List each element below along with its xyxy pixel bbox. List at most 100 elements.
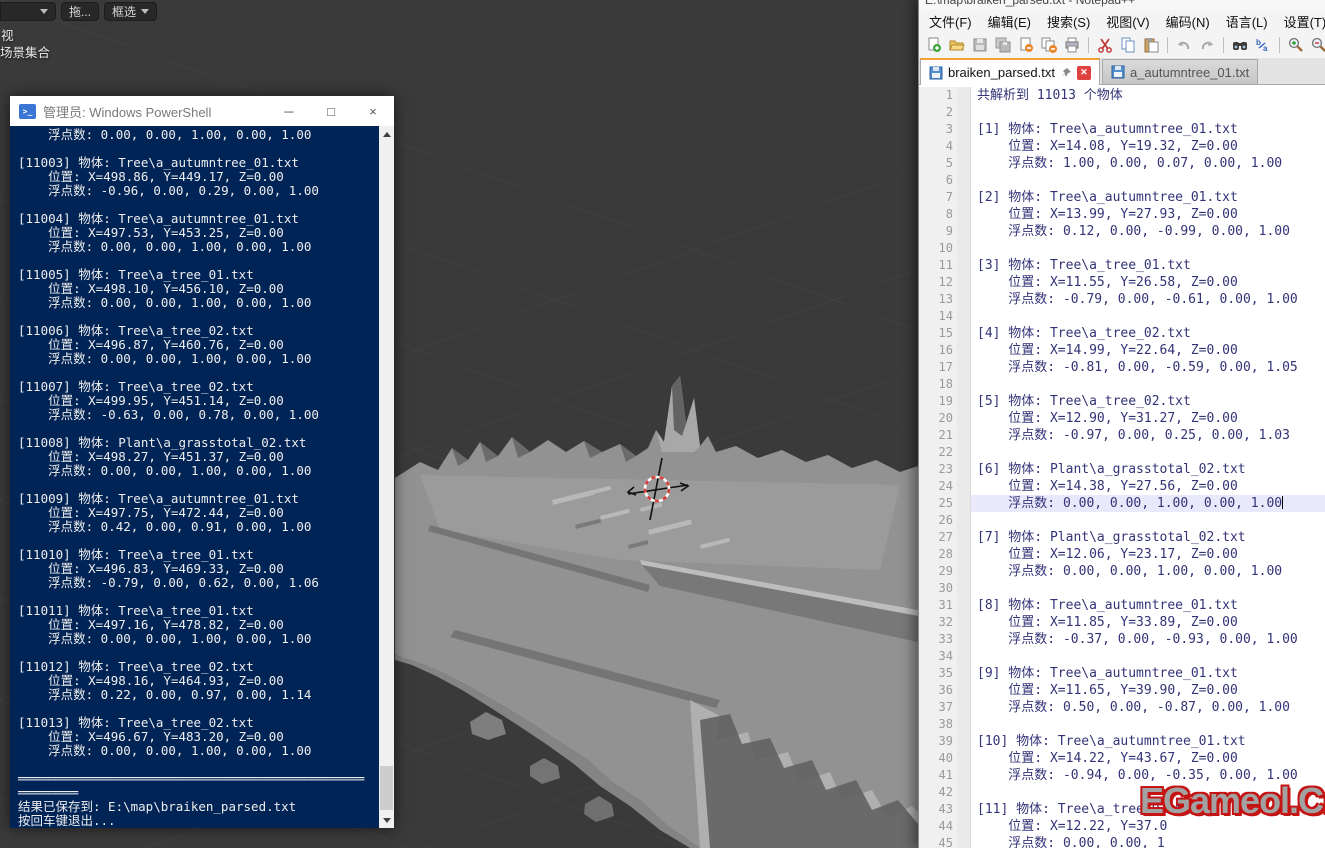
menu-item[interactable]: 语言(L) [1218,10,1276,33]
console-line: [11008] 物体: Plant\a_grasstotal_02.txt [18,436,379,450]
line-number: 3 [919,121,957,138]
console-line [18,702,379,716]
drag-tool-button[interactable]: 拖... [61,2,99,21]
line-number: 34 [919,648,957,665]
bookmark-margin [957,716,971,733]
bookmark-margin [957,444,971,461]
bookmark-margin [957,121,971,138]
line-number: 40 [919,750,957,767]
line-number: 31 [919,597,957,614]
scroll-up-icon[interactable] [379,126,394,142]
scroll-down-icon[interactable] [379,812,394,828]
editor-line: 19 [5] 物体: Tree\a_tree_02.txt [919,393,1325,410]
console-line: [11010] 物体: Tree\a_tree_01.txt [18,548,379,562]
line-text: 浮点数: 0.50, 0.00, -0.87, 0.00, 1.00 [971,699,1325,716]
close-button[interactable]: × [352,96,394,126]
console-line [18,646,379,660]
line-number: 11 [919,257,957,274]
editor-line: 44 位置: X=12.22, Y=37.0 [919,818,1325,835]
notepad-toolbar: ba [919,32,1325,58]
editor-line: 35 [9] 物体: Tree\a_autumntree_01.txt [919,665,1325,682]
line-text: [1] 物体: Tree\a_autumntree_01.txt [971,121,1325,138]
editor-text-area[interactable]: 1 共解析到 11013 个物体 2 3 [1] 物体: Tree\a_autu… [919,85,1325,848]
close-file-icon[interactable] [1016,35,1036,55]
line-number: 22 [919,444,957,461]
editor-line: 31 [8] 物体: Tree\a_autumntree_01.txt [919,597,1325,614]
minimize-button[interactable]: ─ [268,96,310,126]
close-all-files-icon[interactable] [1039,35,1059,55]
line-number: 12 [919,274,957,291]
editor-line: 39 [10] 物体: Tree\a_autumntree_01.txt [919,733,1325,750]
editor-line: 8 位置: X=13.99, Y=27.93, Z=0.00 [919,206,1325,223]
menu-item[interactable]: 文件(F) [921,10,980,33]
copy-icon[interactable] [1118,35,1138,55]
tab-close-icon[interactable]: ✕ [1077,66,1091,80]
tab-label: a_autumntree_01.txt [1130,65,1249,80]
open-folder-icon[interactable] [947,35,967,55]
zoom-out-icon[interactable] [1309,35,1325,55]
notepad-titlebar[interactable]: E:\map\braiken_parsed.txt - Notepad++ [919,0,1325,10]
bookmark-margin [957,478,971,495]
line-text: 浮点数: 0.00, 0.00, 1 [971,835,1325,848]
select-box-dropdown[interactable]: 框选 [104,2,157,21]
find-icon[interactable] [1230,35,1250,55]
editor-line: 42 [919,784,1325,801]
editor-line: 7 [2] 物体: Tree\a_autumntree_01.txt [919,189,1325,206]
console-line: 位置: X=498.27, Y=451.37, Z=0.00 [18,450,379,464]
menu-item[interactable]: 设置(T) [1276,10,1325,33]
line-text [971,648,1325,665]
line-number: 13 [919,291,957,308]
zoom-in-icon[interactable] [1286,35,1306,55]
editor-line: 20 位置: X=12.90, Y=31.27, Z=0.00 [919,410,1325,427]
line-text [971,512,1325,529]
print-icon[interactable] [1062,35,1082,55]
bookmark-margin [957,172,971,189]
menu-item[interactable]: 视图(V) [1098,10,1157,33]
bookmark-margin [957,223,971,240]
paste-icon[interactable] [1141,35,1161,55]
drag-tool-label: 拖... [69,3,91,20]
redo-icon[interactable] [1197,35,1217,55]
console-line: [11004] 物体: Tree\a_autumntree_01.txt [18,212,379,226]
bookmark-margin [957,767,971,784]
line-text: 位置: X=14.08, Y=19.32, Z=0.00 [971,138,1325,155]
tab-braiken-parsed[interactable]: braiken_parsed.txt ✕ [920,58,1100,85]
line-text [971,104,1325,121]
viewport-mode-dropdown[interactable] [0,2,56,21]
bookmark-margin [957,427,971,444]
cut-icon[interactable] [1095,35,1115,55]
console-line [18,142,379,156]
console-line: [11007] 物体: Tree\a_tree_02.txt [18,380,379,394]
line-number: 1 [919,87,957,104]
bookmark-margin [957,597,971,614]
line-text: [3] 物体: Tree\a_tree_01.txt [971,257,1325,274]
new-file-icon[interactable] [924,35,944,55]
undo-icon[interactable] [1174,35,1194,55]
save-all-icon[interactable] [993,35,1013,55]
console-line [18,590,379,604]
bookmark-margin [957,699,971,716]
powershell-titlebar[interactable]: >_ 管理员: Windows PowerShell ─ □ × [10,96,394,126]
console-scrollbar[interactable] [379,126,394,828]
powershell-window: >_ 管理员: Windows PowerShell ─ □ × 浮点数: 0.… [10,96,394,828]
bookmark-margin [957,835,971,848]
console-line: 浮点数: 0.00, 0.00, 1.00, 0.00, 1.00 [18,240,379,254]
editor-line: 27 [7] 物体: Plant\a_grasstotal_02.txt [919,529,1325,546]
scrollbar-thumb[interactable] [380,766,393,810]
bookmark-margin [957,648,971,665]
maximize-button[interactable]: □ [310,96,352,126]
editor-line: 45 浮点数: 0.00, 0.00, 1 [919,835,1325,848]
editor-line: 37 浮点数: 0.50, 0.00, -0.87, 0.00, 1.00 [919,699,1325,716]
replace-icon[interactable]: ba [1253,35,1273,55]
save-icon[interactable] [970,35,990,55]
powershell-console[interactable]: 浮点数: 0.00, 0.00, 1.00, 0.00, 1.00[11003]… [10,126,394,828]
menu-item[interactable]: 编码(N) [1158,10,1218,33]
menu-item[interactable]: 搜索(S) [1039,10,1098,33]
console-line: 位置: X=496.87, Y=460.76, Z=0.00 [18,338,379,352]
menu-item[interactable]: 编辑(E) [980,10,1039,33]
pin-icon[interactable] [1060,67,1072,79]
saved-file-icon [929,66,943,80]
tab-autumntree[interactable]: a_autumntree_01.txt [1102,59,1258,84]
chevron-down-icon [40,9,48,14]
console-line: 浮点数: -0.96, 0.00, 0.29, 0.00, 1.00 [18,184,379,198]
